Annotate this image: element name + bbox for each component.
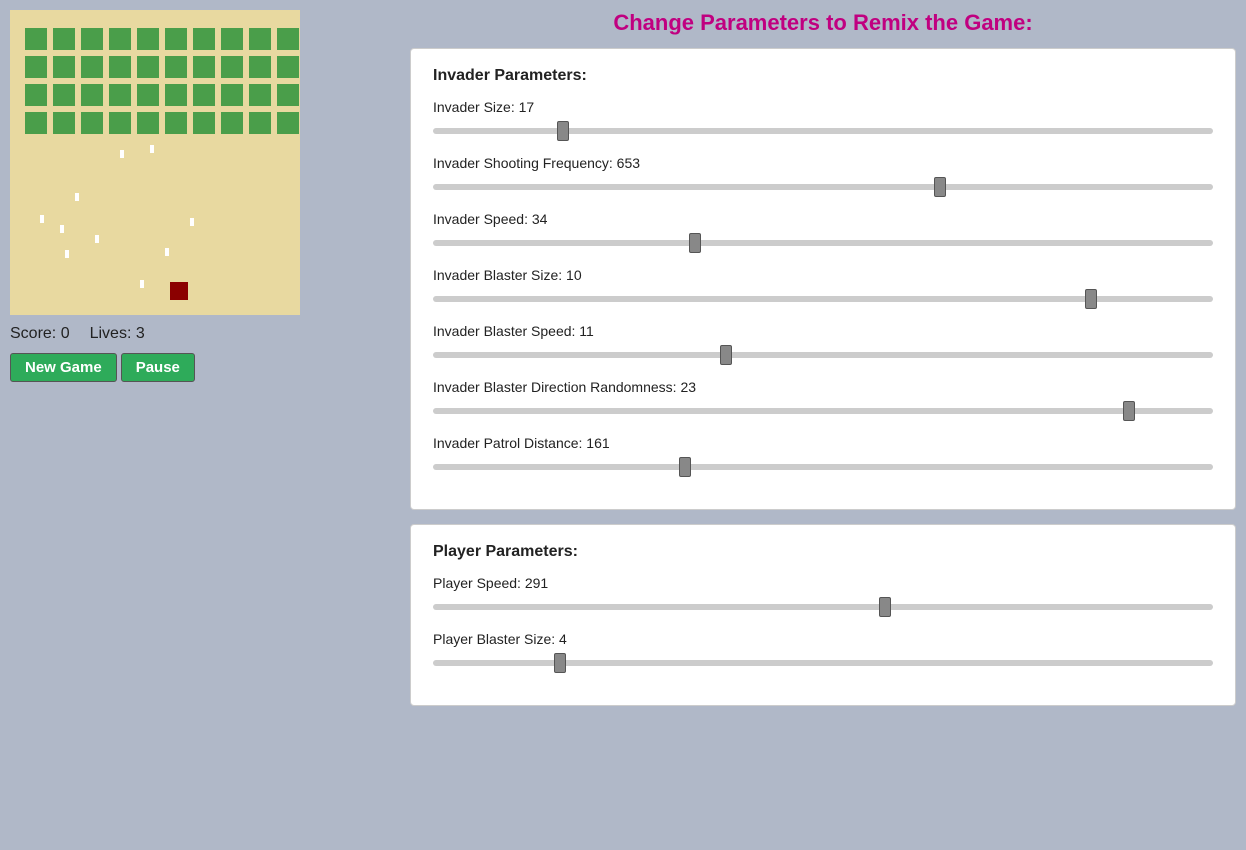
- invader-cell: [221, 112, 243, 134]
- invader-cell: [277, 28, 299, 50]
- invader-cell: [193, 28, 215, 50]
- bullet: [60, 225, 64, 233]
- invader-cell: [109, 112, 131, 134]
- invader-cell: [277, 84, 299, 106]
- param-invader-size: Invader Size: 17: [433, 99, 1213, 137]
- invader-cell: [165, 56, 187, 78]
- invader-blaster-speed-slider[interactable]: [433, 352, 1213, 358]
- invader-cell: [109, 56, 131, 78]
- invader-cell: [81, 112, 103, 134]
- invader-speed-label: Invader Speed: 34: [433, 211, 1213, 227]
- lives-text: Lives: 3: [90, 325, 145, 343]
- score-lives: Score: 0 Lives: 3: [10, 325, 145, 343]
- invader-blaster-dir-random-slider[interactable]: [433, 408, 1213, 414]
- invader-cell: [25, 84, 47, 106]
- invader-cell: [137, 84, 159, 106]
- invader-grid: [25, 28, 300, 138]
- invader-patrol-dist-slider[interactable]: [433, 464, 1213, 470]
- game-buttons: New Game Pause: [10, 353, 195, 382]
- left-panel: Score: 0 Lives: 3 New Game Pause: [0, 0, 400, 850]
- param-player-speed: Player Speed: 291: [433, 575, 1213, 613]
- page-title: Change Parameters to Remix the Game:: [400, 0, 1246, 48]
- invader-cell: [81, 28, 103, 50]
- score-text: Score: 0: [10, 325, 70, 343]
- invader-cell: [193, 112, 215, 134]
- invader-cell: [165, 84, 187, 106]
- invader-patrol-dist-label: Invader Patrol Distance: 161: [433, 435, 1213, 451]
- invader-blaster-dir-random-label: Invader Blaster Direction Randomness: 23: [433, 379, 1213, 395]
- game-canvas: [10, 10, 300, 315]
- bullet: [150, 145, 154, 153]
- invader-cell: [193, 84, 215, 106]
- invader-section-title: Invader Parameters:: [433, 67, 1213, 85]
- invader-cell: [249, 112, 271, 134]
- invader-cell: [221, 56, 243, 78]
- invader-cell: [25, 112, 47, 134]
- invader-cell: [277, 56, 299, 78]
- invader-size-slider[interactable]: [433, 128, 1213, 134]
- invader-cell: [53, 28, 75, 50]
- invader-cell: [109, 84, 131, 106]
- invader-params-section: Invader Parameters: Invader Size: 17 Inv…: [410, 48, 1236, 510]
- invader-cell: [137, 28, 159, 50]
- param-invader-patrol-dist: Invader Patrol Distance: 161: [433, 435, 1213, 473]
- player-params-section: Player Parameters: Player Speed: 291 Pla…: [410, 524, 1236, 706]
- invader-cell: [53, 56, 75, 78]
- invader-cell: [137, 112, 159, 134]
- invader-cell: [249, 56, 271, 78]
- invader-shoot-freq-slider[interactable]: [433, 184, 1213, 190]
- invader-cell: [193, 56, 215, 78]
- player-speed-slider[interactable]: [433, 604, 1213, 610]
- invader-cell: [81, 56, 103, 78]
- param-player-blaster-size: Player Blaster Size: 4: [433, 631, 1213, 669]
- bullet: [140, 280, 144, 288]
- invader-speed-slider[interactable]: [433, 240, 1213, 246]
- player-ship: [170, 282, 188, 300]
- param-invader-speed: Invader Speed: 34: [433, 211, 1213, 249]
- bullet: [75, 193, 79, 201]
- bullet: [165, 248, 169, 256]
- invader-cell: [53, 84, 75, 106]
- param-invader-blaster-dir-random: Invader Blaster Direction Randomness: 23: [433, 379, 1213, 417]
- invader-cell: [165, 112, 187, 134]
- invader-cell: [137, 56, 159, 78]
- invader-blaster-speed-label: Invader Blaster Speed: 11: [433, 323, 1213, 339]
- bullet: [190, 218, 194, 226]
- invader-cell: [221, 28, 243, 50]
- invader-cell: [221, 84, 243, 106]
- bullet: [40, 215, 44, 223]
- invader-cell: [277, 112, 299, 134]
- invader-cell: [109, 28, 131, 50]
- pause-button[interactable]: Pause: [121, 353, 195, 382]
- right-panel: Change Parameters to Remix the Game: Inv…: [400, 0, 1246, 850]
- param-invader-blaster-speed: Invader Blaster Speed: 11: [433, 323, 1213, 361]
- bullet: [65, 250, 69, 258]
- invader-blaster-size-slider[interactable]: [433, 296, 1213, 302]
- new-game-button[interactable]: New Game: [10, 353, 117, 382]
- invader-cell: [249, 84, 271, 106]
- invader-shoot-freq-label: Invader Shooting Frequency: 653: [433, 155, 1213, 171]
- invader-blaster-size-label: Invader Blaster Size: 10: [433, 267, 1213, 283]
- player-blaster-size-slider[interactable]: [433, 660, 1213, 666]
- invader-cell: [25, 28, 47, 50]
- invader-cell: [249, 28, 271, 50]
- invader-cell: [81, 84, 103, 106]
- bullet: [120, 150, 124, 158]
- invader-cell: [53, 112, 75, 134]
- bullet: [95, 235, 99, 243]
- param-invader-blaster-size: Invader Blaster Size: 10: [433, 267, 1213, 305]
- player-section-title: Player Parameters:: [433, 543, 1213, 561]
- player-speed-label: Player Speed: 291: [433, 575, 1213, 591]
- invader-cell: [165, 28, 187, 50]
- param-invader-shoot-freq: Invader Shooting Frequency: 653: [433, 155, 1213, 193]
- invader-size-label: Invader Size: 17: [433, 99, 1213, 115]
- player-blaster-size-label: Player Blaster Size: 4: [433, 631, 1213, 647]
- invader-cell: [25, 56, 47, 78]
